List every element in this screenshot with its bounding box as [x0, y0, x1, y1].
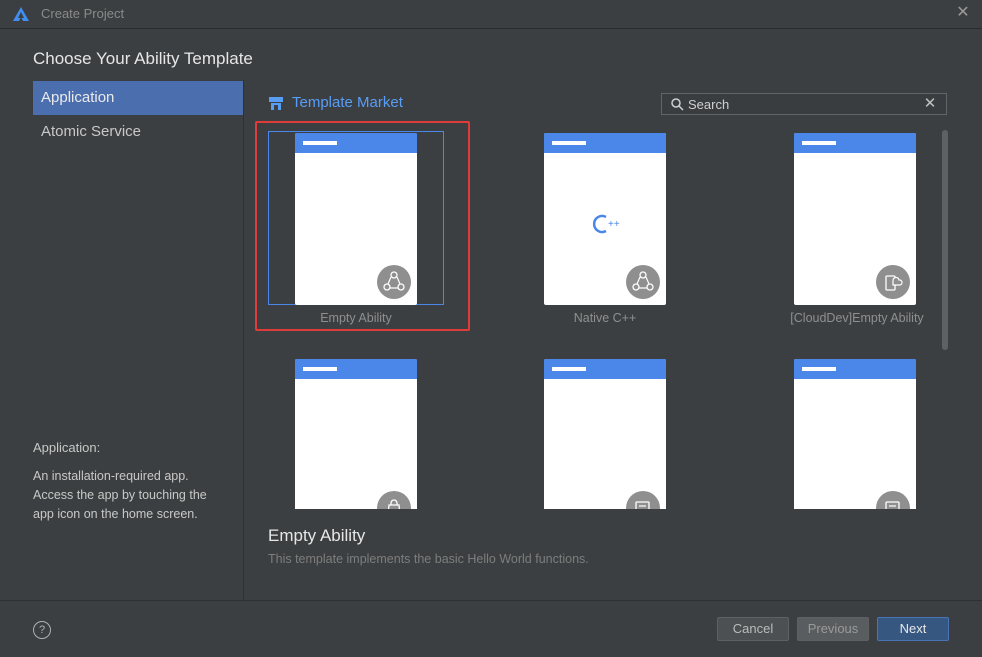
shopping-bag-icon: [377, 491, 411, 509]
market-store-icon: [269, 96, 283, 110]
template-scrollbar[interactable]: [942, 130, 950, 352]
category-sidebar: Application Atomic Service Application: …: [0, 80, 244, 600]
sidebar-item-application[interactable]: Application: [33, 81, 243, 115]
ability-nodes-icon: [626, 265, 660, 299]
card-icon: [626, 491, 660, 509]
search-box[interactable]: ✕: [661, 93, 947, 115]
template-market-link[interactable]: Template Market: [268, 94, 403, 111]
cpp-icon: ++: [592, 214, 620, 234]
page-title: Choose Your Ability Template: [33, 49, 253, 68]
help-icon[interactable]: ?: [33, 621, 51, 639]
template-preview: [295, 359, 417, 509]
clear-search-icon[interactable]: ✕: [922, 96, 938, 112]
window-title: Create Project: [41, 6, 125, 21]
template-pane: Template Market ✕ Empty Ability: [244, 80, 982, 600]
template-preview: [794, 133, 916, 305]
template-market-label: Template Market: [292, 94, 403, 111]
search-icon: [671, 98, 684, 111]
template-detail-description: This template implements the basic Hello…: [268, 552, 589, 566]
previous-button[interactable]: Previous: [797, 617, 869, 641]
cloud-device-icon: [876, 265, 910, 299]
highlight-box: [255, 121, 470, 331]
template-preview: [794, 359, 916, 509]
card-icon: [876, 491, 910, 509]
category-description-title: Application:: [33, 440, 101, 455]
close-icon[interactable]: ✕: [954, 4, 972, 22]
template-preview: [544, 359, 666, 509]
template-label: [CloudDev]Empty Ability: [790, 311, 924, 325]
dialog-footer: ? Cancel Previous Next: [0, 600, 982, 657]
title-bar: Create Project ✕: [0, 0, 982, 29]
template-detail-title: Empty Ability: [268, 526, 366, 545]
deveco-logo-icon: [13, 7, 29, 21]
next-button[interactable]: Next: [877, 617, 949, 641]
template-grid: Empty Ability ++ Native C++ [CloudDev]Em…: [244, 120, 944, 509]
template-label: Native C++: [573, 311, 637, 325]
template-preview: ++: [544, 133, 666, 305]
search-input[interactable]: [684, 95, 922, 113]
category-description-text: An installation-required app. Access the…: [33, 469, 207, 521]
svg-text:++: ++: [608, 219, 620, 230]
sidebar-item-atomic-service[interactable]: Atomic Service: [33, 115, 243, 149]
scrollbar-thumb[interactable]: [942, 130, 948, 350]
cancel-button[interactable]: Cancel: [717, 617, 789, 641]
